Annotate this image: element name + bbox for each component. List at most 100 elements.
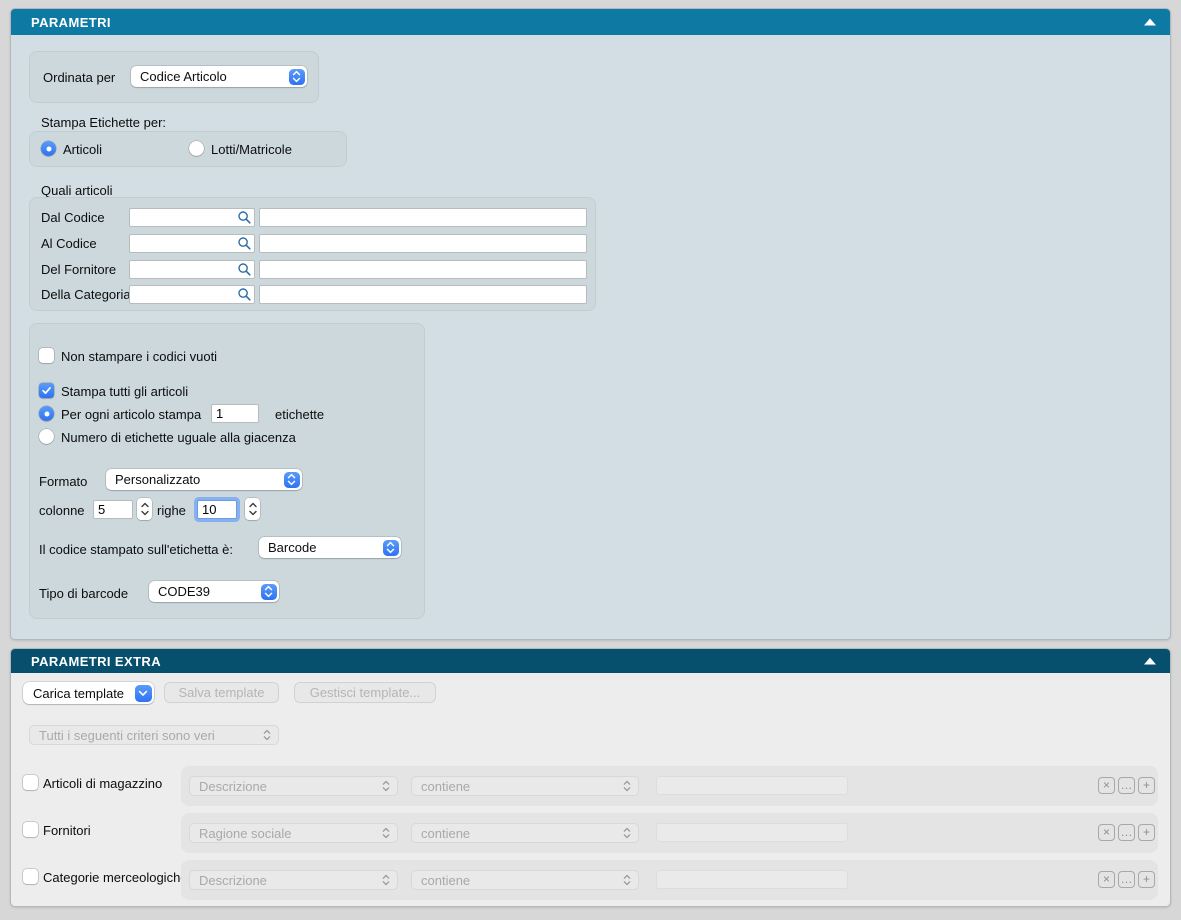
radio-lotti-matricole[interactable] [189, 141, 204, 156]
al-codice-descr-input[interactable] [259, 234, 587, 253]
chevron-updown-icon [382, 780, 390, 792]
radio-numero-giacenza[interactable] [39, 429, 54, 444]
row3-op-select[interactable]: contiene [411, 870, 639, 890]
stampa-etichette-label: Stampa Etichette per: [41, 115, 166, 130]
articoli-magazzino-label[interactable]: Articoli di magazzino [43, 776, 162, 791]
row2-field-value: Ragione sociale [190, 826, 382, 841]
colonne-input[interactable] [93, 500, 133, 519]
al-codice-input[interactable] [130, 236, 237, 251]
carica-template-button[interactable]: Carica template [23, 682, 154, 704]
stepper-up-icon [141, 502, 149, 508]
collapse-arrow-icon[interactable] [1144, 19, 1156, 26]
dal-codice-descr-input[interactable] [259, 208, 587, 227]
parametri-title: PARAMETRI [31, 15, 111, 30]
parametri-extra-panel: PARAMETRI EXTRA Carica template Salva te… [10, 648, 1171, 907]
della-categoria-descr-input[interactable] [259, 285, 587, 304]
row1-add-button[interactable]: + [1138, 777, 1155, 794]
formato-label: Formato [39, 474, 87, 489]
row2-more-button[interactable]: … [1118, 824, 1135, 841]
gestisci-template-label: Gestisci template... [310, 685, 421, 700]
radio-lotti-label[interactable]: Lotti/Matricole [211, 142, 292, 157]
row3-add-button[interactable]: + [1138, 871, 1155, 888]
ordinata-select[interactable]: Codice Articolo [131, 66, 307, 87]
tipo-barcode-select[interactable]: CODE39 [149, 581, 279, 602]
stepper-up-icon [249, 502, 257, 508]
salva-template-button[interactable]: Salva template [164, 682, 279, 703]
colonne-stepper[interactable] [137, 498, 152, 520]
checkbox-articoli-magazzino[interactable] [23, 775, 38, 790]
row1-value-input[interactable] [656, 776, 848, 795]
radio-per-ogni-articolo[interactable] [39, 406, 54, 421]
stampa-tutti-label[interactable]: Stampa tutti gli articoli [61, 384, 188, 399]
parametri-extra-title: PARAMETRI EXTRA [31, 654, 161, 669]
check-icon [41, 385, 52, 396]
righe-label: righe [157, 503, 186, 518]
checkbox-fornitori[interactable] [23, 822, 38, 837]
collapse-arrow-icon[interactable] [1144, 658, 1156, 665]
chevron-updown-icon [289, 69, 305, 85]
etichette-qty-input[interactable] [211, 404, 259, 423]
salva-template-label: Salva template [179, 685, 265, 700]
row1-op-value: contiene [412, 779, 623, 794]
chevron-updown-icon [261, 584, 277, 600]
per-ogni-articolo-label[interactable]: Per ogni articolo stampa [61, 407, 201, 422]
della-categoria-label: Della Categoria [41, 287, 131, 302]
row1-more-button[interactable]: … [1118, 777, 1135, 794]
row2-remove-button[interactable]: × [1098, 824, 1115, 841]
categorie-merceologiche-label[interactable]: Categorie merceologiche [43, 870, 188, 885]
formato-select[interactable]: Personalizzato [106, 469, 302, 490]
righe-input[interactable] [197, 500, 237, 519]
checkbox-categorie-merceologiche[interactable] [23, 869, 38, 884]
gestisci-template-button[interactable]: Gestisci template... [294, 682, 436, 703]
dal-codice-input[interactable] [130, 210, 237, 225]
row1-remove-button[interactable]: × [1098, 777, 1115, 794]
righe-stepper[interactable] [245, 498, 260, 520]
radio-dot-icon [46, 146, 51, 151]
formato-value: Personalizzato [106, 472, 284, 487]
search-icon[interactable] [237, 236, 252, 251]
criteri-select[interactable]: Tutti i seguenti criteri sono veri [29, 725, 279, 745]
dal-codice-label: Dal Codice [41, 210, 105, 225]
chevron-updown-icon [623, 874, 631, 886]
chevron-updown-icon [623, 780, 631, 792]
radio-articoli[interactable] [41, 141, 56, 156]
search-icon[interactable] [237, 262, 252, 277]
numero-giacenza-label[interactable]: Numero di etichette uguale alla giacenza [61, 430, 296, 445]
row3-field-value: Descrizione [190, 873, 382, 888]
al-codice-search [129, 234, 255, 253]
row2-field-select[interactable]: Ragione sociale [189, 823, 398, 843]
ordinata-value: Codice Articolo [131, 69, 289, 84]
colonne-label: colonne [39, 503, 85, 518]
chevron-updown-icon [382, 827, 390, 839]
row2-add-button[interactable]: + [1138, 824, 1155, 841]
chevron-updown-icon [623, 827, 631, 839]
codice-stampato-label: Il codice stampato sull'etichetta è: [39, 542, 233, 557]
del-fornitore-input[interactable] [130, 262, 237, 277]
del-fornitore-descr-input[interactable] [259, 260, 587, 279]
search-icon[interactable] [237, 210, 252, 225]
row3-field-select[interactable]: Descrizione [189, 870, 398, 890]
quali-articoli-label: Quali articoli [41, 183, 113, 198]
row3-more-button[interactable]: … [1118, 871, 1135, 888]
row1-field-select[interactable]: Descrizione [189, 776, 398, 796]
chevron-updown-icon [263, 729, 271, 741]
row2-value-input[interactable] [656, 823, 848, 842]
radio-articoli-label[interactable]: Articoli [63, 142, 102, 157]
search-icon[interactable] [237, 287, 252, 302]
della-categoria-input[interactable] [130, 287, 237, 302]
row3-value-input[interactable] [656, 870, 848, 889]
codice-stampato-select[interactable]: Barcode [259, 537, 401, 558]
parametri-header: PARAMETRI [11, 9, 1170, 35]
fornitori-label[interactable]: Fornitori [43, 823, 91, 838]
chevron-down-icon [135, 685, 152, 702]
tipo-barcode-value: CODE39 [149, 584, 261, 599]
stepper-down-icon [141, 510, 149, 516]
row1-op-select[interactable]: contiene [411, 776, 639, 796]
row2-op-select[interactable]: contiene [411, 823, 639, 843]
row3-remove-button[interactable]: × [1098, 871, 1115, 888]
carica-template-label: Carica template [23, 686, 135, 701]
chevron-updown-icon [382, 874, 390, 886]
codici-vuoti-label[interactable]: Non stampare i codici vuoti [61, 349, 217, 364]
checkbox-stampa-tutti[interactable] [39, 383, 54, 398]
checkbox-codici-vuoti[interactable] [39, 348, 54, 363]
